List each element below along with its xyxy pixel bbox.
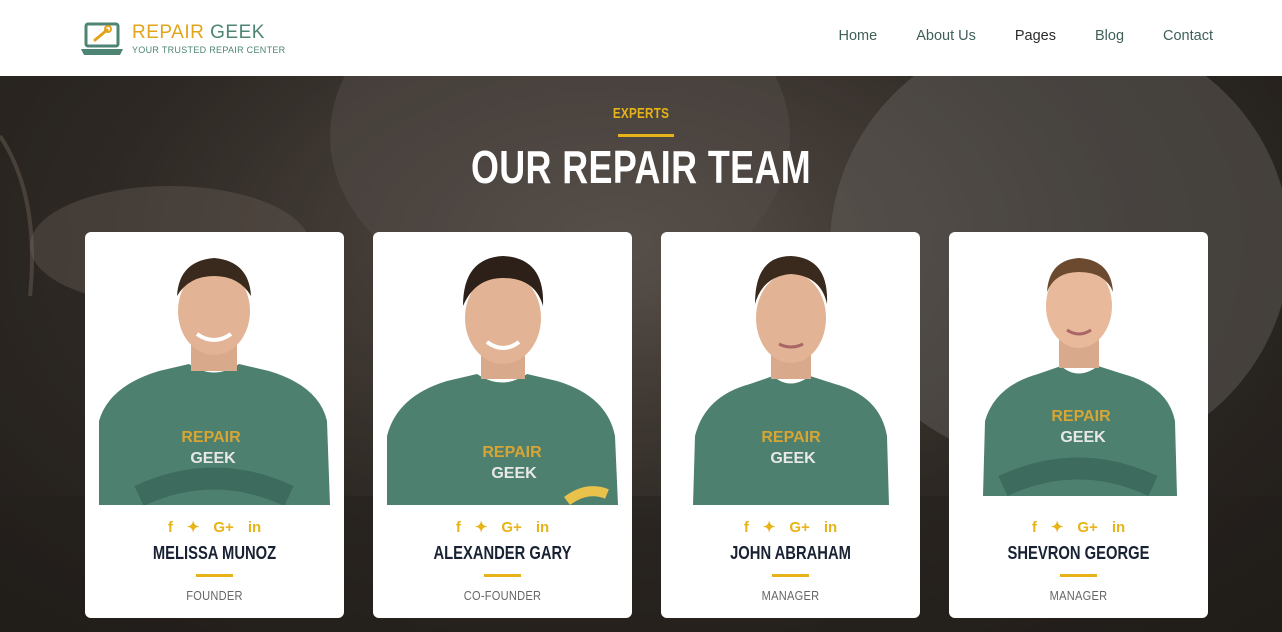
social-links: f ✦ G+ in <box>661 520 920 536</box>
shirt-logo-line2: GEEK <box>491 465 537 482</box>
twitter-icon[interactable]: ✦ <box>475 520 488 536</box>
nav-home[interactable]: Home <box>839 28 878 44</box>
google-plus-icon[interactable]: G+ <box>501 520 521 536</box>
member-role: MANAGER <box>761 588 820 603</box>
section-kicker: EXPERTS <box>612 105 670 122</box>
twitter-icon[interactable]: ✦ <box>187 520 200 536</box>
team-member-photo: REPAIR GEEK <box>675 246 906 505</box>
shirt-logo-line2: GEEK <box>190 450 236 467</box>
shirt-logo-line2: GEEK <box>770 450 816 467</box>
social-links: f ✦ G+ in <box>85 520 344 536</box>
member-role: CO-FOUNDER <box>463 588 542 603</box>
team-member-photo: REPAIR GEEK <box>963 246 1194 505</box>
team-card: REPAIR GEEK f ✦ G+ in SHEVRON GEORGE MAN… <box>949 232 1208 618</box>
google-plus-icon[interactable]: G+ <box>213 520 233 536</box>
name-underline <box>1060 574 1097 577</box>
brand-name: REPAIR GEEK <box>132 22 285 44</box>
name-underline <box>196 574 233 577</box>
facebook-icon[interactable]: f <box>168 520 173 536</box>
facebook-icon[interactable]: f <box>1032 520 1037 536</box>
team-member-photo: REPAIR GEEK <box>99 246 330 505</box>
shirt-logo-line1: REPAIR <box>1051 408 1111 425</box>
kicker-underline <box>618 134 674 137</box>
team-card: REPAIR GEEK f ✦ G+ in ALEXANDER GARY CO-… <box>373 232 632 618</box>
facebook-icon[interactable]: f <box>744 520 749 536</box>
team-section: EXPERTS OUR REPAIR TEAM REPAIR GEEK f ✦ … <box>0 76 1282 632</box>
section-title: OUR REPAIR TEAM <box>470 141 812 193</box>
linkedin-icon[interactable]: in <box>248 520 261 536</box>
twitter-icon[interactable]: ✦ <box>1051 520 1064 536</box>
nav-contact[interactable]: Contact <box>1163 28 1213 44</box>
google-plus-icon[interactable]: G+ <box>1077 520 1097 536</box>
twitter-icon[interactable]: ✦ <box>763 520 776 536</box>
linkedin-icon[interactable]: in <box>824 520 837 536</box>
shirt-logo-line1: REPAIR <box>761 429 821 446</box>
linkedin-icon[interactable]: in <box>1112 520 1125 536</box>
member-name: ALEXANDER GARY <box>433 543 572 563</box>
member-role: FOUNDER <box>186 588 243 603</box>
laptop-wrench-icon <box>80 22 124 56</box>
google-plus-icon[interactable]: G+ <box>789 520 809 536</box>
nav-about-us[interactable]: About Us <box>916 28 976 44</box>
name-underline <box>772 574 809 577</box>
social-links: f ✦ G+ in <box>373 520 632 536</box>
nav-blog[interactable]: Blog <box>1095 28 1124 44</box>
brand-name-part1: REPAIR <box>132 22 205 43</box>
site-header: REPAIR GEEK YOUR TRUSTED REPAIR CENTER H… <box>0 0 1282 76</box>
facebook-icon[interactable]: f <box>456 520 461 536</box>
logo[interactable]: REPAIR GEEK YOUR TRUSTED REPAIR CENTER <box>80 22 285 56</box>
team-card: REPAIR GEEK f ✦ G+ in MELISSA MUNOZ FOUN… <box>85 232 344 618</box>
nav-pages[interactable]: Pages <box>1015 28 1056 44</box>
brand-tagline: YOUR TRUSTED REPAIR CENTER <box>132 45 286 55</box>
social-links: f ✦ G+ in <box>949 520 1208 536</box>
member-name: JOHN ABRAHAM <box>730 543 851 563</box>
team-member-photo: REPAIR GEEK <box>387 246 618 505</box>
main-nav: Home About Us Pages Blog Contact <box>800 28 1213 44</box>
shirt-logo-line2: GEEK <box>1060 429 1106 446</box>
team-card: REPAIR GEEK f ✦ G+ in JOHN ABRAHAM MANAG… <box>661 232 920 618</box>
member-name: MELISSA MUNOZ <box>152 543 277 563</box>
shirt-logo-line1: REPAIR <box>181 429 241 446</box>
member-name: SHEVRON GEORGE <box>1007 543 1150 563</box>
member-role: MANAGER <box>1049 588 1108 603</box>
brand-name-part2: GEEK <box>210 22 265 43</box>
name-underline <box>484 574 521 577</box>
linkedin-icon[interactable]: in <box>536 520 549 536</box>
shirt-logo-line1: REPAIR <box>482 444 542 461</box>
